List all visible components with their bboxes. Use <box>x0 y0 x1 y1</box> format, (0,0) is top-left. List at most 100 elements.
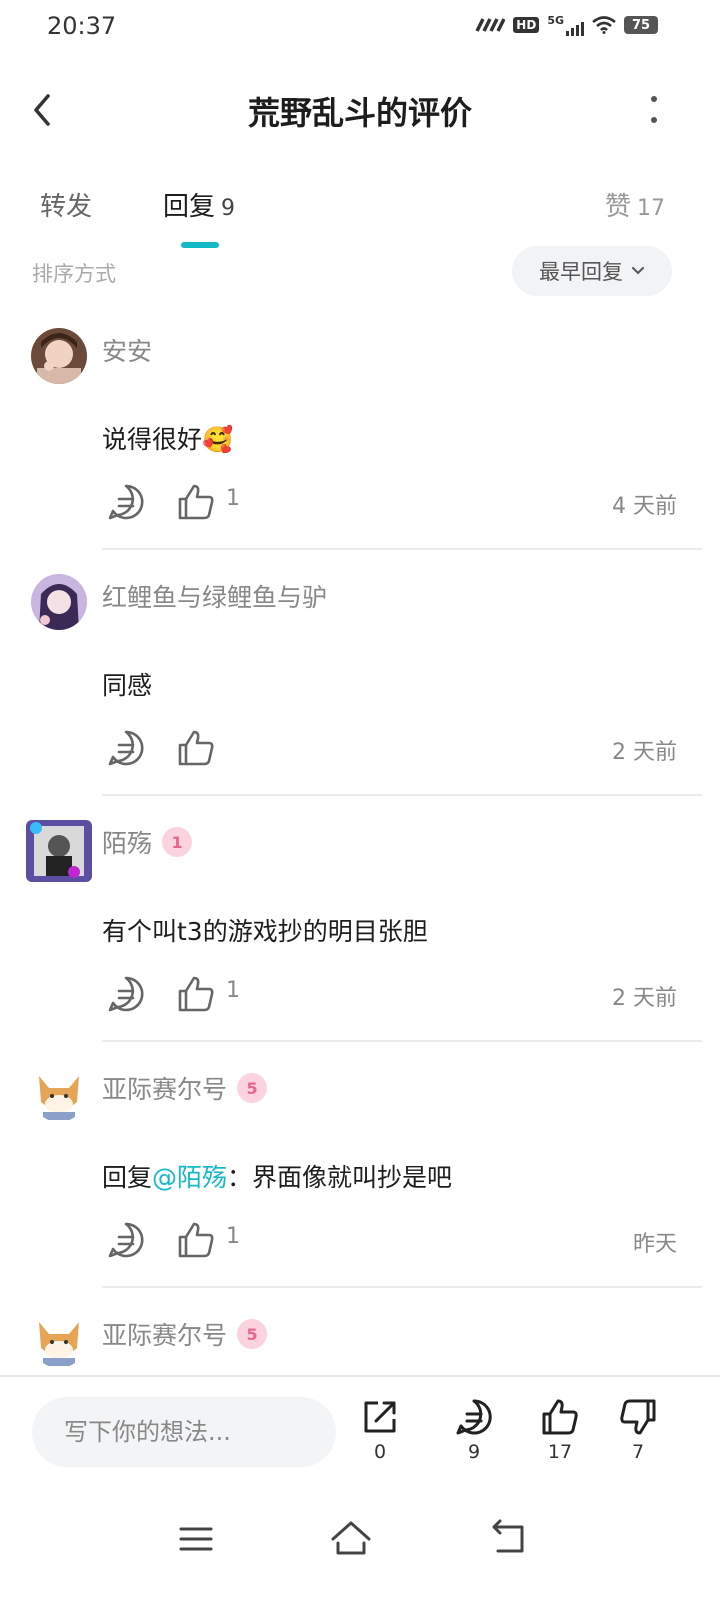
comment-count: 9 <box>467 1441 481 1463</box>
comment-button[interactable]: 9 <box>444 1397 504 1463</box>
avatar[interactable] <box>31 1312 87 1368</box>
reply-prefix: 回复 <box>102 1163 153 1192</box>
comment-item: 亚际赛尔号 5 回复@陌殇：界面像就叫抄是吧 1 昨天 <box>0 1064 720 1288</box>
username-text: 亚际赛尔号 <box>102 1075 228 1104</box>
comment-item: 陌殇 1 有个叫t3的游戏抄的明目张胆 1 2 天前 <box>0 818 720 1042</box>
thumb-up-icon[interactable] <box>176 482 216 522</box>
like-button[interactable]: 17 <box>530 1397 590 1463</box>
sort-label: 排序方式 <box>32 262 116 286</box>
comment-time: 2 天前 <box>612 986 677 1011</box>
level-badge: 1 <box>162 827 193 857</box>
username-text: 红鲤鱼与绿鲤鱼与驴 <box>102 583 328 612</box>
username-text: 陌殇 <box>102 829 153 858</box>
tab-like[interactable]: 赞 17 <box>605 186 665 223</box>
comment-actions: 1 昨天 <box>102 1220 677 1260</box>
divider <box>102 548 702 550</box>
dislike-button[interactable]: 7 <box>608 1397 668 1463</box>
tab-reply[interactable]: 回复 9 <box>163 186 235 223</box>
mention-link[interactable]: @陌殇 <box>152 1163 227 1192</box>
menu-button[interactable] <box>166 1509 226 1569</box>
thumb-up-icon[interactable] <box>176 974 216 1014</box>
tab-bar: 转发 回复 9 赞 17 <box>0 186 720 248</box>
wifi-icon <box>592 16 616 34</box>
nfc-icon <box>475 18 506 32</box>
divider <box>102 1286 702 1288</box>
thumb-down-icon <box>620 1399 656 1435</box>
comment-time: 2 天前 <box>612 740 677 765</box>
reply-icon[interactable] <box>106 728 146 768</box>
status-bar: 20:37 HD 5G 75 <box>0 0 720 56</box>
bottom-action-bar: 写下你的想法... 0 9 17 7 <box>0 1375 720 1495</box>
more-vertical-icon <box>651 96 657 123</box>
like-total: 17 <box>547 1441 573 1463</box>
avatar[interactable] <box>26 820 92 882</box>
chevron-down-icon <box>632 267 644 275</box>
comment-text: 回复@陌殇：界面像就叫抄是吧 <box>102 1158 452 1194</box>
username[interactable]: 红鲤鱼与绿鲤鱼与驴 <box>102 578 327 614</box>
comment-text: 同感 <box>102 671 153 700</box>
menu-icon <box>179 1527 213 1551</box>
comment-input[interactable]: 写下你的想法... <box>32 1397 336 1467</box>
thumb-up-icon[interactable] <box>176 728 216 768</box>
home-icon <box>331 1521 371 1555</box>
reply-icon[interactable] <box>106 1220 146 1260</box>
reply-icon[interactable] <box>106 482 146 522</box>
comment-actions: 1 2 天前 <box>102 974 677 1014</box>
thumb-up-icon <box>542 1399 578 1435</box>
level-badge: 5 <box>237 1319 268 1349</box>
avatar[interactable] <box>31 328 87 384</box>
avatar[interactable] <box>31 1066 87 1122</box>
share-icon <box>364 1401 396 1433</box>
page-title: 荒野乱斗的评价 <box>247 94 472 132</box>
divider <box>102 1040 702 1042</box>
username[interactable]: 亚际赛尔号 5 <box>102 1070 268 1106</box>
system-nav-bar <box>0 1495 720 1605</box>
more-button[interactable] <box>642 94 666 128</box>
sort-current: 最早回复 <box>539 260 623 284</box>
signal-label: 5G <box>547 14 564 27</box>
comment-item: 红鲤鱼与绿鲤鱼与驴 同感 2 天前 <box>0 572 720 796</box>
username[interactable]: 亚际赛尔号 5 <box>102 1316 268 1352</box>
back-nav-button[interactable] <box>478 1509 538 1569</box>
comment-text: 有个叫t3的游戏抄的明目张胆 <box>102 917 428 946</box>
comment-icon <box>456 1399 492 1435</box>
divider <box>102 794 702 796</box>
comment-text: 说得很好🥰 <box>102 425 234 454</box>
sort-dropdown[interactable]: 最早回复 <box>512 246 672 296</box>
reply-icon[interactable] <box>106 974 146 1014</box>
avatar[interactable] <box>31 574 87 630</box>
tab-reply-label: 回复 <box>163 192 216 222</box>
tab-forward[interactable]: 转发 <box>40 186 92 223</box>
comment-item: 安安 说得很好🥰 1 4 天前 <box>0 326 720 550</box>
tab-like-count: 17 <box>637 196 665 221</box>
dislike-count: 7 <box>631 1441 645 1463</box>
share-button[interactable]: 0 <box>350 1397 410 1463</box>
username[interactable]: 陌殇 1 <box>102 824 193 860</box>
username[interactable]: 安安 <box>102 332 152 368</box>
status-time: 20:37 <box>47 12 117 40</box>
comment-time: 4 天前 <box>612 494 677 519</box>
comment-item: 亚际赛尔号 5 <box>0 1310 720 1374</box>
signal-icon: 5G <box>547 14 584 36</box>
back-arrow-icon <box>492 1519 524 1553</box>
share-count: 0 <box>373 1441 387 1463</box>
level-badge: 5 <box>237 1073 268 1103</box>
thumb-up-icon[interactable] <box>176 1220 216 1260</box>
comment-body: ：界面像就叫抄是吧 <box>227 1163 453 1192</box>
username-text: 安安 <box>102 337 153 366</box>
tab-reply-count: 9 <box>221 196 236 221</box>
comment-actions: 2 天前 <box>102 728 677 768</box>
hd-indicator: HD <box>513 17 540 33</box>
home-button[interactable] <box>321 1509 381 1569</box>
tab-indicator <box>181 242 219 248</box>
comment-time: 昨天 <box>632 1232 677 1257</box>
tab-forward-label: 转发 <box>40 192 93 222</box>
like-count: 1 <box>226 486 240 511</box>
status-icons: HD 5G 75 <box>475 14 658 36</box>
header: 荒野乱斗的评价 <box>0 70 720 150</box>
battery-indicator: 75 <box>624 16 658 34</box>
comment-actions: 1 4 天前 <box>102 482 677 522</box>
like-count: 1 <box>226 978 240 1003</box>
username-text: 亚际赛尔号 <box>102 1321 228 1350</box>
like-count: 1 <box>226 1224 240 1249</box>
